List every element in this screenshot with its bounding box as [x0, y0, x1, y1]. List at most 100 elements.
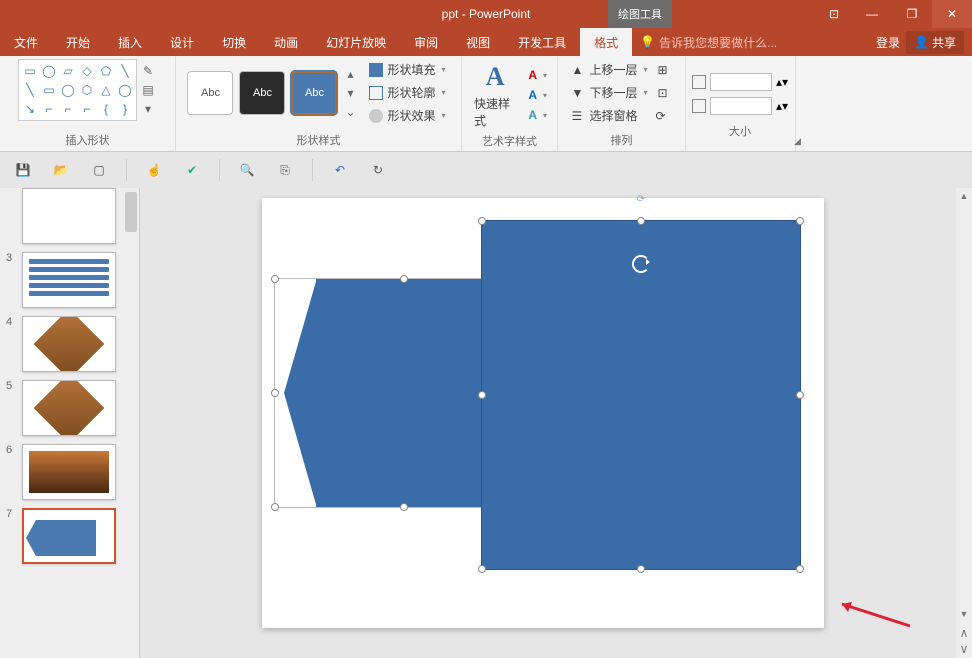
scroll-up-icon[interactable]: ▲ — [956, 188, 972, 204]
tab-file[interactable]: 文件 — [0, 28, 52, 56]
slide[interactable]: ⟳ — [262, 198, 824, 628]
resize-handle[interactable] — [796, 391, 804, 399]
quick-styles-button[interactable]: A 快速样式 — [468, 59, 522, 131]
dialog-launcher-icon[interactable]: ◢ — [794, 136, 801, 147]
edit-shape-icon[interactable]: ✎ — [139, 62, 157, 80]
slide-thumbnail[interactable]: 5 — [22, 380, 133, 436]
slide-thumbnail[interactable]: 3 — [22, 252, 133, 308]
slide-thumbnail[interactable]: 6 — [22, 444, 133, 500]
stepper-icon[interactable]: ▴▾ — [776, 75, 788, 89]
stepper-icon[interactable]: ▴▾ — [776, 99, 788, 113]
slide-canvas-area[interactable]: ⟳ ▲ ▼ ∧∨ — [140, 188, 972, 658]
resize-handle[interactable] — [271, 503, 279, 511]
bring-forward-icon: ▲ — [571, 63, 585, 77]
pentagon-shape[interactable] — [284, 278, 317, 508]
rotate-handle-top[interactable]: ⟳ — [636, 194, 646, 204]
minimize-button[interactable]: — — [852, 0, 892, 28]
rectangle-shape[interactable] — [481, 220, 801, 570]
tell-me[interactable]: 💡 告诉我您想要做什么... — [632, 28, 785, 56]
ribbon-display-options-icon[interactable]: ⊡ — [816, 0, 852, 28]
ribbon-tabs: 文件 开始 插入 设计 切换 动画 幻灯片放映 审阅 视图 开发工具 格式 💡 … — [0, 28, 972, 56]
more-shapes-icon[interactable]: ▾ — [139, 100, 157, 118]
slide-thumbnail[interactable] — [22, 188, 133, 244]
tab-home[interactable]: 开始 — [52, 28, 104, 56]
tab-review[interactable]: 审阅 — [400, 28, 452, 56]
gallery-down-icon[interactable]: ▾ — [341, 84, 359, 102]
redo-button[interactable]: ↻ — [363, 156, 393, 184]
thumbnail-scrollbar[interactable] — [123, 188, 139, 658]
canvas-scrollbar[interactable]: ▲ ▼ ∧∨ — [956, 188, 972, 658]
scroll-down-icon[interactable]: ▼ — [956, 606, 972, 622]
gallery-up-icon[interactable]: ▴ — [341, 65, 359, 83]
text-effects-button[interactable]: A▾ — [524, 106, 551, 124]
tab-format[interactable]: 格式 — [580, 28, 632, 56]
tab-slideshow[interactable]: 幻灯片放映 — [312, 28, 400, 56]
send-backward-button[interactable]: ▼下移一层▾⊡ — [567, 82, 675, 103]
shape-width-input[interactable] — [710, 97, 772, 115]
resize-handle[interactable] — [796, 565, 804, 573]
person-icon: 👤 — [914, 35, 929, 49]
text-fill-button[interactable]: A▾ — [524, 66, 551, 84]
tab-view[interactable]: 视图 — [452, 28, 504, 56]
style-preset-3[interactable]: Abc — [291, 71, 337, 115]
ribbon: ▭◯▱◇⬠╲ ╲▭◯⬡△◯ ↘⌐⌐⌐{} ✎ ▤ ▾ 插入形状 Abc Abc … — [0, 56, 972, 152]
text-outline-button[interactable]: A▾ — [524, 86, 551, 104]
slide-nav-buttons[interactable]: ∧∨ — [956, 624, 972, 658]
resize-handle[interactable] — [796, 217, 804, 225]
resize-handle[interactable] — [271, 389, 279, 397]
close-button[interactable]: ✕ — [932, 0, 972, 28]
tab-transition[interactable]: 切换 — [208, 28, 260, 56]
undo-button[interactable]: ↶ — [325, 156, 355, 184]
style-preset-1[interactable]: Abc — [187, 71, 233, 115]
open-button[interactable]: 📂 — [46, 156, 76, 184]
resize-handle[interactable] — [271, 275, 279, 283]
macro-button[interactable]: ⎘ — [270, 156, 300, 184]
touch-mode-button[interactable]: ☝ — [139, 156, 169, 184]
resize-handle[interactable] — [478, 391, 486, 399]
group-label: 艺术字样式 — [468, 131, 551, 152]
rotate-handle[interactable] — [632, 255, 650, 273]
group-label: 排列 — [564, 130, 679, 151]
login-link[interactable]: 登录 — [876, 34, 900, 51]
tab-design[interactable]: 设计 — [156, 28, 208, 56]
resize-handle[interactable] — [637, 217, 645, 225]
rotate-icon[interactable]: ⟳ — [656, 109, 670, 123]
shape-outline-button[interactable]: 形状轮廓▾ — [365, 82, 449, 103]
find-button[interactable]: 🔍 — [232, 156, 262, 184]
selection-pane-button[interactable]: ☰选择窗格⟳ — [567, 105, 675, 126]
shape-effects-button[interactable]: 形状效果▾ — [365, 105, 449, 126]
contextual-tab-drawing-tools[interactable]: 绘图工具 — [608, 0, 672, 28]
save-button[interactable]: 💾 — [8, 156, 38, 184]
shape-fill-button[interactable]: 形状填充▾ — [365, 59, 449, 80]
spellcheck-button[interactable]: ✔ — [177, 156, 207, 184]
shape-style-gallery[interactable]: Abc Abc Abc — [187, 71, 337, 115]
bring-forward-button[interactable]: ▲上移一层▾⊞ — [567, 59, 675, 80]
new-button[interactable]: ▢ — [84, 156, 114, 184]
slide-thumbnail[interactable]: 4 — [22, 316, 133, 372]
gallery-more-icon[interactable]: ⌄ — [341, 103, 359, 121]
shapes-gallery[interactable]: ▭◯▱◇⬠╲ ╲▭◯⬡△◯ ↘⌐⌐⌐{} — [18, 59, 137, 121]
tab-insert[interactable]: 插入 — [104, 28, 156, 56]
resize-handle[interactable] — [637, 565, 645, 573]
group-icon[interactable]: ⊡ — [658, 86, 672, 100]
group-wordart: A 快速样式 A▾ A▾ A▾ 艺术字样式 — [462, 56, 558, 151]
quick-access-toolbar: 💾 📂 ▢ ☝ ✔ 🔍 ⎘ ↶ ↻ — [0, 152, 972, 188]
title-bar: ppt - PowerPoint 绘图工具 ⊡ — ❐ ✕ — [0, 0, 972, 28]
restore-button[interactable]: ❐ — [892, 0, 932, 28]
tell-me-text: 告诉我您想要做什么... — [659, 34, 777, 51]
shape-height-input[interactable] — [710, 73, 772, 91]
style-preset-2[interactable]: Abc — [239, 71, 285, 115]
share-button[interactable]: 👤 共享 — [906, 31, 964, 54]
align-icon[interactable]: ⊞ — [658, 63, 672, 77]
slide-thumbnail[interactable]: 7 — [22, 508, 133, 564]
width-icon — [692, 99, 706, 113]
resize-handle[interactable] — [478, 565, 486, 573]
slide-thumbnails-panel[interactable]: 3 4 5 6 7 — [0, 188, 140, 658]
group-size: ▴▾ ▴▾ 大小 ◢ — [686, 56, 796, 151]
resize-handle[interactable] — [478, 217, 486, 225]
tab-animation[interactable]: 动画 — [260, 28, 312, 56]
slide-number: 7 — [6, 508, 12, 520]
tab-developer[interactable]: 开发工具 — [504, 28, 580, 56]
selection-pane-icon: ☰ — [571, 109, 585, 123]
text-box-icon[interactable]: ▤ — [139, 81, 157, 99]
